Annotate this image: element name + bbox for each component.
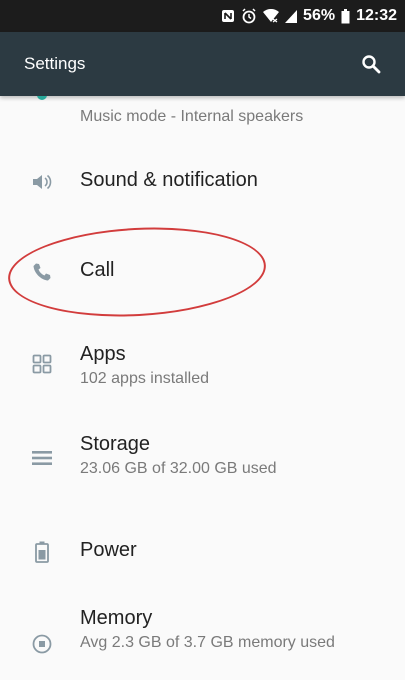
settings-item-label: Apps: [80, 343, 126, 365]
settings-item-subtitle: 23.06 GB of 32.00 GB used: [80, 460, 277, 477]
settings-item-label: Memory: [80, 607, 153, 629]
clock: 12:32: [356, 7, 397, 24]
status-bar: 56% 12:32: [0, 0, 405, 32]
settings-item-apps[interactable]: Apps 102 apps installed: [0, 338, 405, 398]
wifi-icon: [263, 9, 280, 23]
battery-percent: 56%: [303, 7, 336, 24]
battery-icon: [341, 8, 350, 24]
battery-icon: [30, 540, 54, 564]
search-button[interactable]: [357, 50, 385, 78]
app-bar: Settings: [0, 32, 405, 96]
audio-icon: [37, 96, 47, 100]
alarm-icon: [241, 8, 257, 24]
settings-item-audio[interactable]: Music mode - Internal speakers: [0, 96, 405, 136]
settings-item-storage[interactable]: Storage 23.06 GB of 32.00 GB used: [0, 430, 405, 490]
search-icon: [362, 55, 381, 74]
settings-item-power[interactable]: Power: [0, 536, 405, 576]
settings-item-label: Storage: [80, 433, 151, 455]
apps-grid-icon: [30, 352, 54, 376]
settings-item-subtitle: 102 apps installed: [80, 370, 209, 387]
signal-icon: [285, 9, 298, 23]
settings-item-label: Power: [80, 539, 137, 561]
settings-item-subtitle: Music mode - Internal speakers: [80, 108, 304, 125]
page-title: Settings: [24, 54, 86, 73]
settings-item-sound[interactable]: Sound & notification: [0, 162, 405, 202]
settings-item-label: Sound & notification: [80, 169, 258, 191]
nfc-icon: [221, 9, 235, 23]
settings-item-subtitle: Avg 2.3 GB of 3.7 GB memory used: [80, 634, 335, 651]
highlight-annotation: [5, 221, 269, 323]
storage-icon: [30, 446, 54, 470]
settings-item-label: [80, 96, 385, 104]
volume-icon: [30, 170, 54, 194]
settings-item-memory[interactable]: Memory Avg 2.3 GB of 3.7 GB memory used: [0, 604, 405, 680]
memory-icon: [30, 632, 54, 656]
